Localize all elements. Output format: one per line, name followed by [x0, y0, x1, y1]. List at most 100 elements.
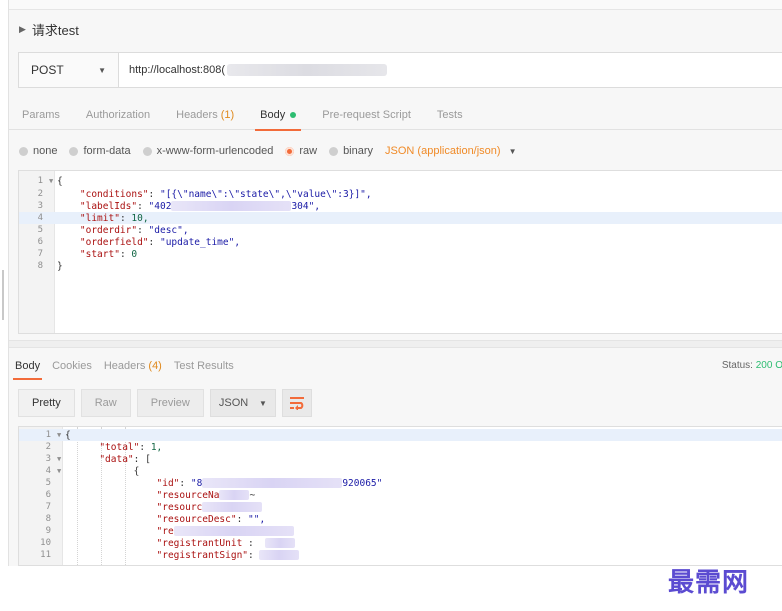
- code-line: 1 ▼{: [19, 175, 782, 187]
- tab-pre-request-label: Pre-request Script: [322, 108, 411, 121]
- method-select[interactable]: POST ▼: [19, 53, 119, 87]
- format-select[interactable]: JSON ▼: [209, 389, 276, 417]
- line-number: 3: [45, 454, 51, 464]
- tab-cookies[interactable]: Cookies: [46, 352, 98, 380]
- gutter-marker: [2, 270, 4, 320]
- view-raw-button[interactable]: Raw: [80, 389, 131, 417]
- tab-params[interactable]: Params: [9, 100, 73, 130]
- tab-body-label: Body: [260, 108, 286, 121]
- fold-arrow-icon[interactable]: ▼: [57, 467, 65, 475]
- tab-response-body[interactable]: Body: [9, 352, 46, 380]
- view-preview-button[interactable]: Preview: [136, 389, 204, 417]
- format-label: JSON: [218, 397, 249, 409]
- response-body-viewer[interactable]: 1 ▼{ 2 "total": 1, 3 ▼ "data": [ 4 ▼ { 5 "i…: [18, 426, 782, 566]
- line-number: 5: [37, 225, 43, 235]
- tab-response-headers[interactable]: Headers (4): [98, 352, 168, 380]
- code-text: {: [57, 175, 63, 187]
- json-value: "402: [148, 200, 172, 212]
- url-input[interactable]: http://localhost:808(: [119, 53, 782, 87]
- url-bar: POST ▼ http://localhost:808(: [18, 52, 782, 88]
- line-number: 7: [45, 502, 51, 512]
- line-number: 8: [37, 261, 43, 271]
- tab-tests[interactable]: Tests: [424, 100, 476, 130]
- json-value: 1,: [150, 441, 163, 453]
- response-view-bar: Pretty Raw Preview JSON ▼: [18, 388, 312, 418]
- view-raw-label: Raw: [94, 397, 117, 409]
- json-key: "registrantUnit: [156, 537, 243, 549]
- top-strip: [9, 0, 782, 10]
- json-value: "",: [248, 513, 266, 525]
- request-body-editor[interactable]: 1 ▼{ 2 "conditions": "[{\"name\":\"state\…: [18, 170, 782, 334]
- json-key: "orderfield": [79, 236, 149, 248]
- code-line: 4 ▼ {: [19, 465, 782, 477]
- radio-urlencoded[interactable]: x-www-form-urlencoded: [142, 145, 273, 157]
- radio-circle-icon: [19, 146, 28, 156]
- method-label: POST: [31, 63, 64, 77]
- code-line: 9 "re: [19, 525, 782, 537]
- json-key: "resourc: [156, 501, 203, 513]
- tab-pre-request-script[interactable]: Pre-request Script: [309, 100, 424, 130]
- redacted-value: [202, 478, 343, 488]
- json-key: "registrantSign": [156, 549, 249, 561]
- view-pretty-label: Pretty: [32, 397, 61, 409]
- tab-authorization[interactable]: Authorization: [73, 100, 163, 130]
- line-number: 1: [37, 176, 43, 186]
- json-key: "labelIds": [79, 200, 138, 212]
- view-pretty-button[interactable]: Pretty: [18, 389, 75, 417]
- radio-raw[interactable]: raw: [285, 145, 317, 157]
- caret-right-icon[interactable]: ▶: [19, 24, 26, 35]
- code-line: 10 "registrantUnit :: [19, 537, 782, 549]
- code-line: 6 "orderfield": "update_time",: [19, 236, 782, 248]
- json-key: "data": [99, 453, 134, 465]
- content-type-select[interactable]: JSON (application/json) ▼: [385, 145, 516, 157]
- radio-circle-icon: [142, 146, 152, 156]
- fold-arrow-icon[interactable]: ▼: [49, 177, 57, 185]
- radio-selected-icon: [285, 146, 295, 156]
- tab-params-label: Params: [22, 108, 60, 121]
- radio-raw-label: raw: [299, 145, 318, 157]
- code-line: 6 "resourceNa ~: [19, 489, 782, 501]
- code-line: 8}: [19, 260, 782, 272]
- json-value: 0: [131, 248, 138, 260]
- response-status: Status: 200 O: [722, 360, 782, 371]
- fold-arrow-icon[interactable]: ▼: [57, 431, 65, 439]
- tab-headers-label: Headers: [176, 108, 218, 121]
- json-value: 10,: [131, 212, 149, 224]
- line-number: 2: [45, 442, 51, 452]
- code-line: 3 ▼ "data": [: [19, 453, 782, 465]
- url-text: http://localhost:808(: [129, 64, 226, 76]
- content-type-label: JSON (application/json): [385, 145, 501, 157]
- json-key: "orderdir": [79, 224, 138, 236]
- line-number: 3: [37, 201, 43, 211]
- json-value: "[{\"name\":\"state\",\"value\":3}]",: [159, 188, 372, 200]
- code-line: 2 "conditions": "[{\"name\":\"state\",\"…: [19, 188, 782, 200]
- headers-count: (1): [220, 108, 235, 121]
- radio-binary[interactable]: binary: [329, 145, 373, 157]
- tab-body[interactable]: Body: [247, 100, 309, 131]
- tab-headers[interactable]: Headers (1): [163, 100, 247, 130]
- redacted-value: [171, 201, 292, 211]
- json-key: "id": [156, 477, 180, 489]
- wrap-lines-button[interactable]: [281, 389, 312, 417]
- radio-binary-label: binary: [343, 145, 374, 157]
- pane-divider[interactable]: [9, 340, 782, 348]
- body-type-options: none form-data x-www-form-urlencoded raw…: [19, 140, 517, 162]
- status-label: Status:: [721, 360, 753, 371]
- tab-response-body-label: Body: [15, 360, 41, 372]
- code-text: ~: [249, 489, 256, 501]
- radio-form-data[interactable]: form-data: [69, 145, 131, 157]
- line-number: 4: [45, 466, 51, 476]
- code-text: }: [57, 260, 63, 272]
- tab-response-headers-label: Headers: [103, 360, 146, 372]
- json-key: "limit": [79, 212, 120, 224]
- json-value: "update_time",: [159, 236, 241, 248]
- chevron-down-icon: ▼: [98, 65, 106, 75]
- tab-test-results[interactable]: Test Results: [168, 352, 240, 380]
- radio-none[interactable]: none: [19, 145, 57, 157]
- line-number: 4: [37, 213, 43, 223]
- fold-arrow-icon[interactable]: ▼: [57, 455, 65, 463]
- response-headers-count: (4): [148, 360, 162, 372]
- json-key: "conditions": [79, 188, 149, 200]
- line-number: 5: [45, 478, 51, 488]
- request-title[interactable]: ▶ 请求test: [19, 18, 79, 40]
